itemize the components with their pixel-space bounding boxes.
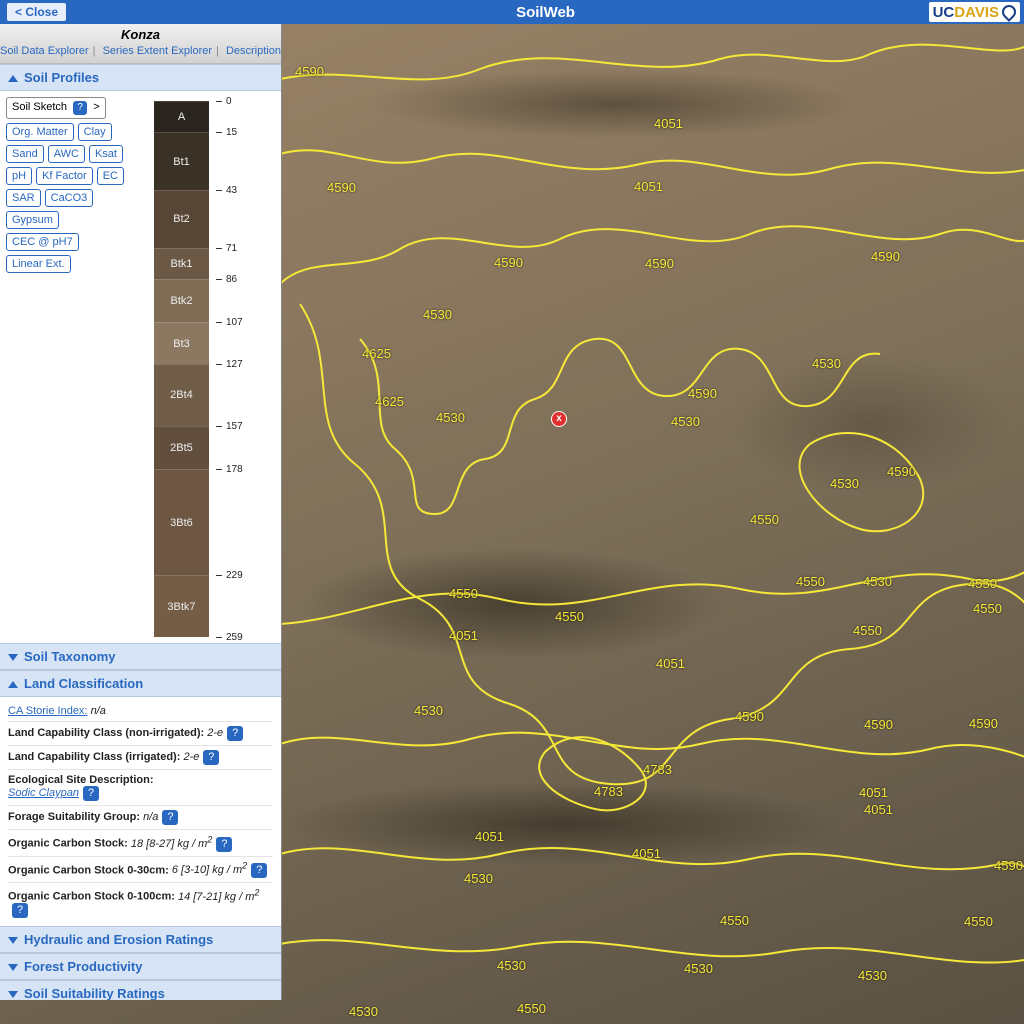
water-drop-icon (999, 2, 1019, 22)
depth-tick: 229 (216, 575, 222, 576)
depth-tick: 15 (216, 132, 222, 133)
tab-extent-explorer[interactable]: Series Extent Explorer (103, 45, 212, 57)
link-ca-storie[interactable]: CA Storie Index: (8, 705, 88, 717)
help-icon[interactable]: ? (73, 101, 87, 115)
depth-tick: 107 (216, 322, 222, 323)
land-classification-body: CA Storie Index: n/a Land Capability Cla… (0, 697, 281, 926)
horizon-A: A (154, 101, 209, 132)
section-soil-taxonomy[interactable]: Soil Taxonomy (0, 643, 281, 670)
depth-tick: 127 (216, 364, 222, 365)
collapse-icon (8, 75, 18, 82)
chip-awc[interactable]: AWC (48, 145, 85, 163)
horizon-Bt2: Bt2 (154, 190, 209, 248)
horizon-Bt3: Bt3 (154, 322, 209, 363)
depth-tick: 71 (216, 248, 222, 249)
chip-org-matter[interactable]: Org. Matter (6, 123, 74, 141)
chip-linear-ext-[interactable]: Linear Ext. (6, 255, 71, 273)
chip-kf-factor[interactable]: Kf Factor (36, 167, 93, 185)
section-hydraulic[interactable]: Hydraulic and Erosion Ratings (0, 926, 281, 953)
tab-description[interactable]: Description (226, 45, 281, 57)
chip-clay[interactable]: Clay (78, 123, 112, 141)
section-suitability[interactable]: Soil Suitability Ratings (0, 980, 281, 1000)
depth-tick: 157 (216, 426, 222, 427)
tab-data-explorer[interactable]: Soil Data Explorer (0, 45, 89, 57)
app-title: SoilWeb (67, 4, 1024, 21)
depth-tick: 43 (216, 190, 222, 191)
expand-icon (8, 991, 18, 998)
ucdavis-logo: UCDAVIS (929, 2, 1020, 22)
expand-icon (8, 937, 18, 944)
series-tabs: Soil Data Explorer| Series Extent Explor… (0, 42, 281, 60)
depth-tick: 86 (216, 279, 222, 280)
horizon-3Btk7: 3Btk7 (154, 575, 209, 637)
property-chips: Soil Sketch ? > Org. MatterClay SandAWCKs… (6, 97, 126, 637)
help-icon[interactable]: ? (216, 837, 232, 852)
help-icon[interactable]: ? (162, 810, 178, 825)
help-icon[interactable]: ? (227, 726, 243, 741)
expand-icon (8, 654, 18, 661)
help-icon[interactable]: ? (83, 786, 99, 801)
chip-ksat[interactable]: Ksat (89, 145, 123, 163)
chip-ec[interactable]: EC (97, 167, 124, 185)
chip-sar[interactable]: SAR (6, 189, 41, 207)
side-panel: Konza Soil Data Explorer| Series Extent … (0, 24, 282, 1000)
depth-tick: 0 (216, 101, 222, 102)
section-soil-profiles[interactable]: Soil Profiles (0, 64, 281, 91)
horizon-Btk1: Btk1 (154, 248, 209, 279)
help-icon[interactable]: ? (12, 903, 28, 918)
chip-gypsum[interactable]: Gypsum (6, 211, 59, 229)
horizon-Bt1: Bt1 (154, 132, 209, 190)
link-ecological-site[interactable]: Sodic Claypan (8, 787, 79, 799)
horizon-2Bt5: 2Bt5 (154, 426, 209, 469)
chip-soil-sketch[interactable]: Soil Sketch ? > (6, 97, 106, 119)
series-name: Konza (121, 27, 160, 42)
close-button[interactable]: < Close (6, 2, 67, 22)
soil-profile-column: ABt1Bt2Btk1Btk2Bt32Bt42Bt53Bt63Btk7 (154, 101, 209, 637)
depth-tick: 259 (216, 637, 222, 638)
horizon-2Bt4: 2Bt4 (154, 364, 209, 426)
chip-caco3[interactable]: CaCO3 (45, 189, 94, 207)
horizon-3Bt6: 3Bt6 (154, 469, 209, 575)
query-point-marker: x (551, 411, 567, 427)
chip-sand[interactable]: Sand (6, 145, 44, 163)
section-forest[interactable]: Forest Productivity (0, 953, 281, 980)
expand-icon (8, 964, 18, 971)
help-icon[interactable]: ? (203, 750, 219, 765)
top-bar: < Close SoilWeb UCDAVIS (0, 0, 1024, 24)
depth-tick: 178 (216, 469, 222, 470)
collapse-icon (8, 681, 18, 688)
help-icon[interactable]: ? (251, 863, 267, 878)
section-land-classification[interactable]: Land Classification (0, 670, 281, 697)
chip-cec-ph7[interactable]: CEC @ pH7 (6, 233, 79, 251)
series-header: Konza Soil Data Explorer| Series Extent … (0, 24, 281, 64)
chip-ph[interactable]: pH (6, 167, 32, 185)
horizon-Btk2: Btk2 (154, 279, 209, 322)
